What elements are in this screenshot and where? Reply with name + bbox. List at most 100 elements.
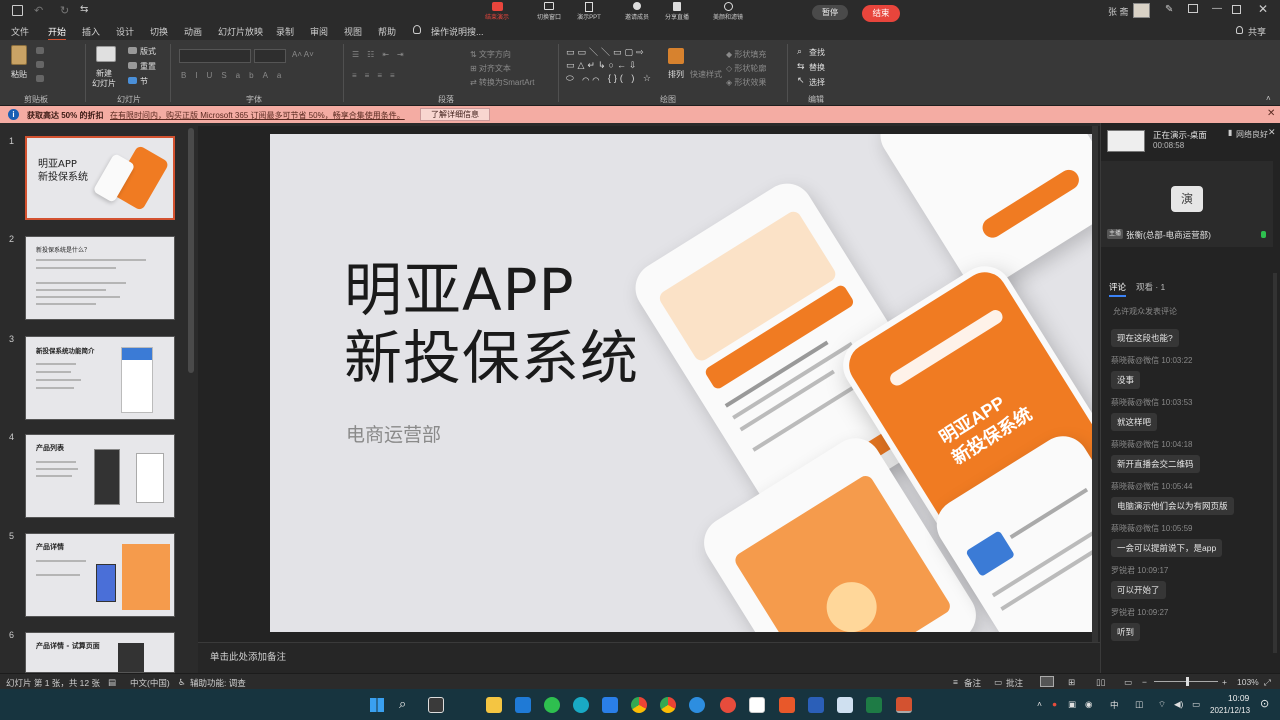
- powerpoint-icon[interactable]: [896, 697, 912, 713]
- notes-pane[interactable]: 单击此处添加备注: [198, 642, 1100, 673]
- tab-record[interactable]: 录制: [276, 25, 294, 38]
- zoom-level[interactable]: 103%: [1237, 677, 1259, 687]
- word-icon[interactable]: [808, 697, 824, 713]
- tab-help[interactable]: 帮助: [378, 25, 396, 38]
- find-button[interactable]: 查找: [809, 47, 825, 58]
- minimize-icon[interactable]: —: [1212, 3, 1222, 14]
- excel-icon[interactable]: [866, 697, 882, 713]
- shape-format-options[interactable]: ◆ 形状填充 ◇ 形状轮廓 ◈ 形状效果: [726, 48, 766, 90]
- chrome-icon-2[interactable]: [660, 697, 676, 713]
- tab-home[interactable]: 开始: [48, 25, 67, 41]
- close-infobar-icon[interactable]: ✕: [1267, 108, 1275, 119]
- reading-view-icon[interactable]: ▯▯: [1096, 677, 1105, 688]
- new-slide-button[interactable]: 新建 幻灯片: [92, 69, 116, 89]
- arrange-button[interactable]: 排列: [668, 69, 684, 80]
- tab-view[interactable]: 视图: [344, 25, 362, 38]
- explorer-icon[interactable]: [486, 697, 502, 713]
- copy-icon[interactable]: [36, 61, 44, 68]
- tab-insert[interactable]: 插入: [82, 25, 100, 38]
- new-slide-icon[interactable]: [96, 46, 116, 62]
- align-icons[interactable]: ≡≡≡≡: [352, 71, 403, 80]
- tab-animations[interactable]: 动画: [184, 25, 202, 38]
- user-avatar[interactable]: [1133, 3, 1150, 18]
- notes-toggle[interactable]: 备注: [964, 677, 981, 689]
- invite-button[interactable]: 邀请成员: [620, 2, 654, 21]
- app-orange-icon[interactable]: [779, 697, 795, 713]
- notification-icon[interactable]: ⊙: [1260, 697, 1269, 710]
- clock-time[interactable]: 10:09: [1228, 693, 1249, 703]
- redo-icon[interactable]: ↻: [60, 4, 69, 17]
- tray-expand-icon[interactable]: ˄: [1037, 699, 1042, 709]
- editor-scrollbar[interactable]: [1092, 126, 1098, 642]
- tray-app-icon[interactable]: ◫: [1135, 699, 1143, 710]
- windows-start-icon[interactable]: [370, 698, 384, 712]
- tab-slideshow[interactable]: 幻灯片放映: [218, 25, 263, 38]
- paste-icon[interactable]: [11, 45, 27, 65]
- wifi-icon[interactable]: ⌔: [1158, 699, 1166, 710]
- font-name-select[interactable]: [179, 49, 251, 63]
- layout-button[interactable]: 版式: [140, 46, 156, 57]
- zoom-out-icon[interactable]: −: [1142, 677, 1147, 687]
- slide-thumbnail-1[interactable]: 明亚APP 新投保系统: [25, 136, 175, 220]
- slide-sorter-icon[interactable]: ⊞: [1068, 677, 1075, 688]
- tab-transitions[interactable]: 切换: [150, 25, 168, 38]
- zoom-in-icon[interactable]: +: [1222, 677, 1227, 687]
- slide-thumbnail-6[interactable]: 产品详情 - 试算页面: [25, 632, 175, 673]
- slideshow-icon[interactable]: ▭: [1124, 677, 1132, 688]
- wechat-icon[interactable]: [544, 697, 560, 713]
- thumbnail-scrollbar[interactable]: [188, 128, 194, 373]
- tray-app-icon[interactable]: ●: [1052, 699, 1057, 709]
- normal-view-icon[interactable]: [1040, 676, 1054, 687]
- tab-file[interactable]: 文件: [11, 25, 29, 38]
- dingtalk-icon[interactable]: [720, 697, 736, 713]
- search-icon[interactable]: ⌕: [399, 696, 406, 712]
- comments-scrollbar[interactable]: [1273, 273, 1277, 653]
- tray-app-icon[interactable]: ◉: [1085, 699, 1092, 710]
- arrange-icon[interactable]: [668, 48, 684, 64]
- learn-more-button[interactable]: 了解详细信息: [420, 108, 490, 121]
- quick-styles-button[interactable]: 快速样式: [690, 69, 722, 80]
- end-button[interactable]: 结束: [862, 5, 900, 22]
- section-button[interactable]: 节: [140, 76, 148, 87]
- input-language[interactable]: 中: [1110, 699, 1119, 711]
- current-slide[interactable]: 明亚APP 新投保系统 电商运营部 明亚APP 新投保系统: [270, 134, 1096, 632]
- volume-icon[interactable]: ◀): [1174, 699, 1183, 710]
- paste-button[interactable]: 粘贴: [11, 69, 27, 80]
- collapse-ribbon-icon[interactable]: ˄: [1266, 94, 1271, 103]
- switch-window-button[interactable]: 切换窗口: [532, 2, 566, 21]
- language-indicator[interactable]: 中文(中国): [130, 677, 170, 689]
- stop-demo-button[interactable]: 结束演示: [480, 2, 514, 21]
- customize-icon[interactable]: ⇆: [80, 4, 88, 15]
- share-live-button[interactable]: 分享直播: [660, 2, 694, 21]
- fit-slide-icon[interactable]: ⤢: [1264, 677, 1271, 688]
- beauty-filter-button[interactable]: 美颜和滤镜: [708, 2, 748, 21]
- spellcheck-icon[interactable]: ▤: [108, 677, 116, 688]
- slide-thumbnail-4[interactable]: 产品列表: [25, 434, 175, 518]
- list-icons[interactable]: ☰☷⇤⇥: [352, 50, 412, 59]
- tell-me-search[interactable]: 操作说明搜...: [431, 25, 484, 38]
- slide-thumbnail-3[interactable]: 新投保系统功能简介: [25, 336, 175, 420]
- text-direction-icons[interactable]: ⇅ 文字方向 ⊞ 对齐文本 ⇄ 转换为SmartArt: [470, 48, 534, 90]
- ribbon-display-icon[interactable]: [1188, 4, 1198, 13]
- app-blue-icon[interactable]: [515, 697, 531, 713]
- chrome-icon[interactable]: [631, 697, 647, 713]
- task-view-icon[interactable]: [428, 697, 444, 713]
- pen-icon[interactable]: ✎: [1165, 4, 1173, 15]
- select-button[interactable]: 选择: [809, 77, 825, 88]
- tencent-meeting-icon[interactable]: [602, 697, 618, 713]
- font-format-icons[interactable]: BIUSabAa: [181, 71, 290, 80]
- font-size-select[interactable]: [254, 49, 286, 63]
- tab-design[interactable]: 设计: [116, 25, 134, 38]
- comments-toggle[interactable]: 批注: [1006, 677, 1023, 689]
- notepad-icon[interactable]: [837, 697, 853, 713]
- close-icon[interactable]: ✕: [1258, 2, 1268, 16]
- collapse-panel-icon[interactable]: ✕: [1268, 127, 1276, 138]
- edge-icon[interactable]: [573, 697, 589, 713]
- cut-icon[interactable]: [36, 47, 44, 54]
- battery-icon[interactable]: ▭: [1192, 699, 1200, 710]
- tab-comments[interactable]: 评论: [1109, 281, 1127, 297]
- format-painter-icon[interactable]: [36, 75, 44, 82]
- tray-app-icon[interactable]: ▣: [1068, 699, 1076, 710]
- edge-icon-2[interactable]: [689, 697, 705, 713]
- undo-icon[interactable]: ↶: [34, 4, 43, 17]
